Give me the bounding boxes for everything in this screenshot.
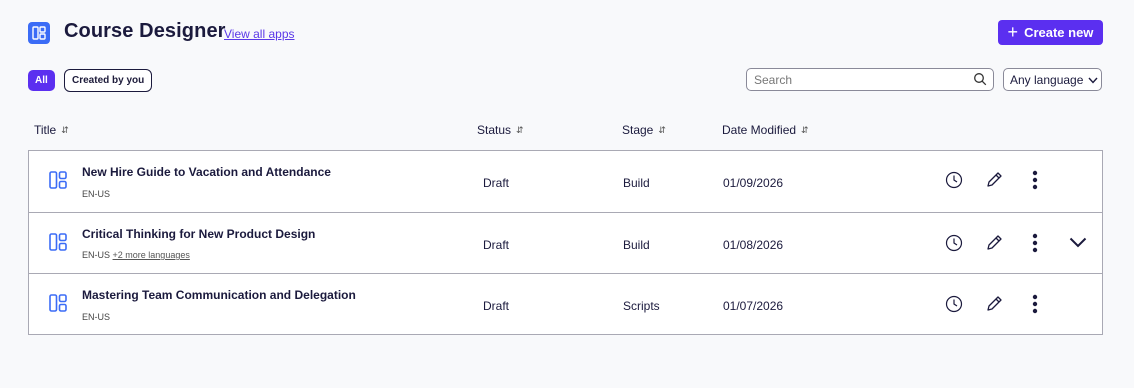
column-header-date-modified[interactable]: Date Modified ⇵ bbox=[722, 123, 809, 137]
column-header-title[interactable]: Title ⇵ bbox=[34, 123, 69, 137]
history-icon[interactable] bbox=[945, 295, 963, 313]
create-new-label: Create new bbox=[1024, 25, 1094, 40]
stage-cell: Scripts bbox=[623, 299, 660, 313]
stage-cell: Build bbox=[623, 176, 650, 190]
edit-pencil-icon[interactable] bbox=[984, 233, 1004, 253]
course-language-code: EN-US bbox=[82, 189, 111, 199]
sort-icon: ⇵ bbox=[516, 124, 524, 135]
search-box bbox=[746, 68, 994, 91]
chevron-down-icon bbox=[1088, 73, 1098, 87]
date-modified-cell: 01/08/2026 bbox=[723, 238, 784, 252]
course-language-code: EN-US bbox=[82, 250, 111, 260]
course-layout-icon bbox=[49, 294, 67, 317]
course-layout-icon bbox=[49, 171, 67, 194]
date-modified-cell: 01/07/2026 bbox=[723, 299, 784, 313]
column-date-label: Date Modified bbox=[722, 123, 797, 137]
history-icon[interactable] bbox=[945, 171, 963, 189]
column-header-stage[interactable]: Stage ⇵ bbox=[622, 123, 666, 137]
date-modified-cell: 01/09/2026 bbox=[723, 176, 784, 190]
search-input[interactable] bbox=[747, 69, 957, 90]
language-select[interactable]: Any language bbox=[1003, 68, 1102, 91]
course-language: EN-US bbox=[82, 189, 110, 199]
app-logo-icon bbox=[28, 22, 50, 44]
table-row[interactable]: Critical Thinking for New Product Design… bbox=[29, 212, 1102, 273]
course-language: EN-US +2 more languages bbox=[82, 250, 190, 260]
filter-created-by-you-chip[interactable]: Created by you bbox=[64, 69, 153, 92]
create-new-button[interactable]: + Create new bbox=[998, 20, 1103, 45]
edit-pencil-icon[interactable] bbox=[984, 294, 1004, 314]
sort-icon: ⇵ bbox=[61, 124, 69, 135]
column-title-label: Title bbox=[34, 123, 57, 137]
history-icon[interactable] bbox=[945, 234, 963, 252]
course-layout-icon bbox=[49, 233, 67, 256]
table-row[interactable]: New Hire Guide to Vacation and Attendanc… bbox=[29, 151, 1102, 212]
sort-icon: ⇵ bbox=[801, 124, 809, 135]
column-header-status[interactable]: Status ⇵ bbox=[477, 123, 524, 137]
more-options-icon[interactable] bbox=[1031, 294, 1039, 314]
plus-icon: + bbox=[1007, 21, 1019, 42]
course-title[interactable]: New Hire Guide to Vacation and Attendanc… bbox=[82, 165, 331, 179]
status-cell: Draft bbox=[483, 299, 510, 313]
more-languages-link[interactable]: +2 more languages bbox=[113, 250, 190, 260]
course-table: New Hire Guide to Vacation and Attendanc… bbox=[28, 150, 1103, 335]
page-title: Course Designer bbox=[64, 20, 226, 42]
more-options-icon[interactable] bbox=[1031, 233, 1039, 253]
filter-all-chip[interactable]: All bbox=[28, 70, 55, 91]
course-title[interactable]: Mastering Team Communication and Delegat… bbox=[82, 288, 356, 302]
course-language: EN-US bbox=[82, 312, 110, 322]
view-all-apps-link[interactable]: View all apps bbox=[224, 27, 295, 41]
search-icon[interactable] bbox=[973, 72, 987, 91]
more-options-icon[interactable] bbox=[1031, 170, 1039, 190]
sort-icon: ⇵ bbox=[658, 124, 666, 135]
table-row[interactable]: Mastering Team Communication and Delegat… bbox=[29, 273, 1102, 334]
course-language-code: EN-US bbox=[82, 312, 111, 322]
expand-chevron-icon[interactable] bbox=[1069, 237, 1087, 248]
language-select-value: Any language bbox=[1010, 72, 1084, 87]
status-cell: Draft bbox=[483, 238, 510, 252]
edit-pencil-icon[interactable] bbox=[984, 170, 1004, 190]
column-stage-label: Stage bbox=[622, 123, 654, 137]
stage-cell: Build bbox=[623, 238, 650, 252]
course-title[interactable]: Critical Thinking for New Product Design bbox=[82, 227, 315, 241]
status-cell: Draft bbox=[483, 176, 510, 190]
column-status-label: Status bbox=[477, 123, 512, 137]
